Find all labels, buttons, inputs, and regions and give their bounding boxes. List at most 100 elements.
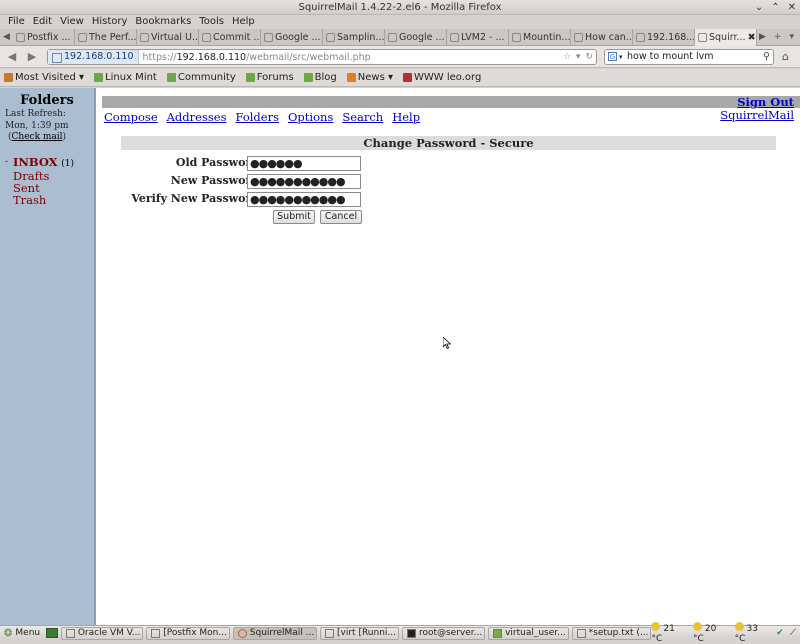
menu-edit[interactable]: Edit — [29, 15, 56, 29]
close-window-button[interactable]: ✕ — [788, 0, 796, 15]
show-desktop-icon[interactable] — [46, 628, 58, 638]
tab-favicon-icon — [698, 33, 707, 42]
browser-tab[interactable]: 192.168.... — [633, 29, 695, 46]
browser-tab[interactable]: Samplin... — [323, 29, 385, 46]
browser-tab[interactable]: Commit ... — [199, 29, 261, 46]
taskbar-item[interactable]: virtual_user... — [488, 626, 569, 640]
menu-view[interactable]: View — [56, 15, 88, 29]
cancel-button[interactable]: Cancel — [320, 210, 362, 224]
old-password-field[interactable]: ●●●●●● — [247, 156, 361, 171]
browser-tab[interactable]: Google ... — [385, 29, 447, 46]
menu-help[interactable]: Help — [228, 15, 259, 29]
menu-tools[interactable]: Tools — [195, 15, 228, 29]
url-history-dropdown-icon[interactable]: ▾ — [576, 52, 581, 62]
search-link[interactable]: Search — [342, 110, 383, 124]
taskbar-item[interactable]: *setup.txt (... — [571, 626, 652, 640]
main-nav-links: Compose Addresses Folders Options Search… — [102, 110, 800, 124]
browser-tab[interactable]: How can... — [571, 29, 633, 46]
taskbar-item[interactable]: [virt [Runni... — [320, 626, 399, 640]
bookmark-community[interactable]: Community — [166, 72, 236, 83]
weather-temp-1: 21 °C — [651, 622, 675, 644]
window-icon — [325, 628, 335, 638]
home-icon[interactable]: ⌂ — [782, 50, 789, 63]
taskbar-item[interactable]: Oracle VM V... — [60, 626, 144, 640]
update-shield-icon[interactable]: ✔ — [776, 628, 784, 638]
bookmark-leo-org[interactable]: WWW leo.org — [403, 72, 481, 83]
folder-sidebar: Folders Last Refresh: Mon, 1:39 pm (Chec… — [0, 88, 96, 625]
back-arrow-icon[interactable]: ◀ — [4, 50, 20, 63]
verify-password-field[interactable]: ●●●●●●●●●●● — [247, 192, 361, 207]
change-password-panel: Change Password - Secure Old Password: ●… — [121, 136, 776, 224]
start-menu-button[interactable]: ❂ Menu — [0, 628, 44, 639]
tab-list-icon[interactable]: ▾ — [789, 29, 794, 45]
bookmark-blog[interactable]: Blog — [303, 72, 337, 83]
addresses-link[interactable]: Addresses — [167, 110, 227, 124]
search-magnifier-icon[interactable]: ⚲ — [763, 50, 770, 64]
options-link[interactable]: Options — [288, 110, 333, 124]
virtualbox-icon — [65, 628, 75, 638]
new-password-field[interactable]: ●●●●●●●●●●● — [247, 174, 361, 189]
bookmark-forums[interactable]: Forums — [245, 72, 294, 83]
sidebar-title: Folders — [20, 93, 74, 108]
weather-temp-3: 33 °C — [734, 622, 758, 644]
url-text[interactable]: https://192.168.0.110/webmail/src/webmai… — [139, 52, 371, 63]
close-tab-icon[interactable]: ✖ — [748, 29, 756, 46]
tab-favicon-icon — [512, 33, 521, 42]
browser-tab[interactable]: Virtual U... — [137, 29, 199, 46]
browser-tab[interactable]: The Perf... — [75, 29, 137, 46]
tab-favicon-icon — [388, 33, 397, 42]
menu-file[interactable]: File — [4, 15, 29, 29]
browser-tab[interactable]: Postfix ... — [13, 29, 75, 46]
weather-sun-icon — [651, 622, 661, 631]
google-search-engine-icon[interactable]: G — [608, 52, 617, 61]
taskbar-item-active[interactable]: SquirrelMail ... — [232, 626, 318, 640]
browser-tab[interactable]: Mountin... — [509, 29, 571, 46]
tab-scroll-left-icon[interactable]: ◀ — [0, 29, 13, 45]
mint-leaf-icon — [166, 73, 176, 82]
menu-history[interactable]: History — [88, 15, 132, 29]
folders-link[interactable]: Folders — [235, 110, 279, 124]
forward-arrow-icon[interactable]: ▶ — [24, 50, 40, 63]
site-identity-badge[interactable]: 192.168.0.110 — [48, 50, 139, 64]
browser-tab-active[interactable]: Squirr... ✖ — [695, 29, 757, 46]
folder-trash[interactable]: Trash — [5, 194, 94, 206]
taskbar-item[interactable]: root@server... — [401, 626, 486, 640]
compose-link[interactable]: Compose — [104, 110, 158, 124]
reload-icon[interactable]: ↻ — [585, 52, 593, 62]
squirrelmail-link[interactable]: SquirrelMail — [720, 108, 794, 122]
folder-inbox[interactable]: INBOX (1) — [5, 156, 94, 170]
check-mail-link[interactable]: Check mail — [12, 132, 63, 142]
taskbar-item[interactable]: [Postfix Mon... — [146, 626, 230, 640]
search-engine-dropdown-icon[interactable]: ▾ — [619, 50, 623, 64]
bookmark-most-visited[interactable]: Most Visited ▾ — [4, 72, 84, 83]
tab-favicon-icon — [16, 33, 25, 42]
sign-out-link[interactable]: Sign Out — [737, 95, 794, 109]
weather-sun-icon — [734, 622, 744, 631]
search-input[interactable]: G ▾ how to mount lvm ⚲ — [604, 49, 774, 65]
page-content: Folders Last Refresh: Mon, 1:39 pm (Chec… — [0, 88, 800, 625]
text-editor-icon — [576, 628, 586, 638]
bookmark-star-icon[interactable]: ☆ — [563, 52, 571, 62]
top-band: Sign Out — [102, 95, 800, 109]
help-link[interactable]: Help — [392, 110, 420, 124]
tab-favicon-icon — [326, 33, 335, 42]
inbox-unread-count: (1) — [61, 159, 74, 169]
submit-button[interactable]: Submit — [273, 210, 315, 224]
tab-favicon-icon — [264, 33, 273, 42]
new-tab-icon[interactable]: + — [774, 29, 782, 45]
tab-favicon-icon — [202, 33, 211, 42]
tab-scroll-right-icon[interactable]: ▶ — [759, 29, 766, 45]
maximize-button[interactable]: ⌃ — [771, 0, 779, 15]
bookmark-linux-mint[interactable]: Linux Mint — [94, 72, 157, 83]
rss-feed-icon — [346, 73, 356, 82]
menu-bookmarks[interactable]: Bookmarks — [131, 15, 195, 29]
system-tray: 21 °C 20 °C 33 °C ✔ ⟋ — [651, 622, 800, 644]
url-bar[interactable]: 192.168.0.110 https://192.168.0.110/webm… — [47, 49, 597, 65]
weather-temp-2: 20 °C — [693, 622, 717, 644]
browser-tab[interactable]: LVM2 - ... — [447, 29, 509, 46]
browser-tab[interactable]: Google ... — [261, 29, 323, 46]
network-icon[interactable]: ⟋ — [790, 628, 796, 638]
minimize-button[interactable]: ⌄ — [755, 0, 763, 15]
bookmark-news[interactable]: News ▾ — [346, 72, 393, 83]
mint-leaf-icon — [303, 73, 313, 82]
